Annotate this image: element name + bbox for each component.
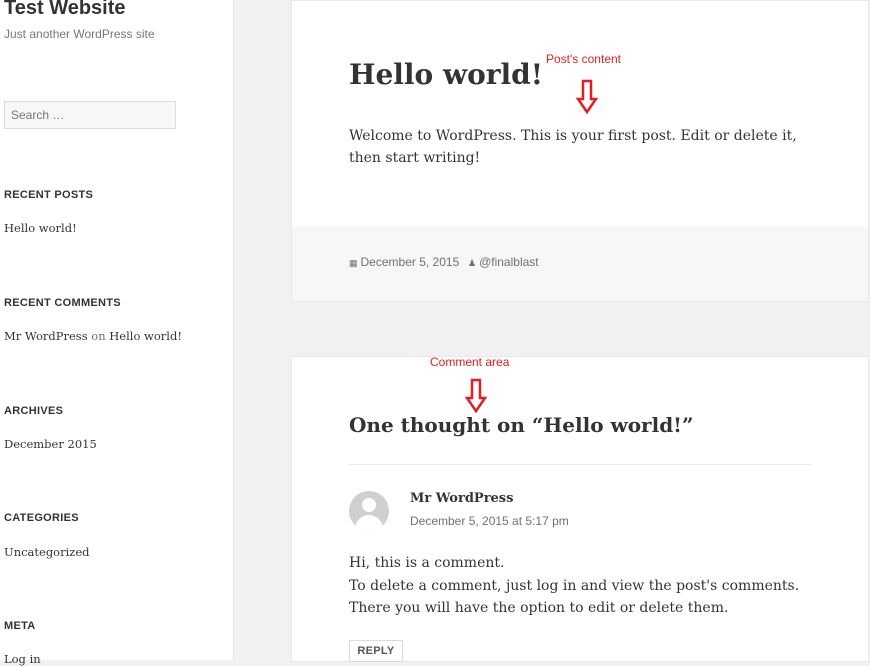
comments-title: One thought on “Hello world!” [349,413,694,437]
recent-comment-on-text: on [91,329,106,343]
comment-line-1: Hi, this is a comment. [349,555,505,571]
comment-area-annotation: Comment area [430,355,510,369]
site-title[interactable]: Test Website [4,0,126,20]
archives-heading: ARCHIVES [4,405,64,417]
comments-card: One thought on “Hello world!” Mr WordPre… [291,356,869,662]
comments-divider [349,464,811,465]
post-author[interactable]: ♟ @finalblast [468,255,539,269]
recent-comment-author-link[interactable]: Mr WordPress [4,329,88,343]
category-link[interactable]: Uncategorized [4,545,90,559]
archive-link[interactable]: December 2015 [4,437,97,451]
post-footer: ▦ December 5, 2015 ♟ @finalblast [292,226,868,301]
meta-heading: META [4,620,36,632]
comment-author[interactable]: Mr WordPress [410,491,513,506]
search-input[interactable]: Search … [4,101,176,129]
comment-date[interactable]: December 5, 2015 at 5:17 pm [410,514,569,528]
meta-login-link[interactable]: Log in [4,652,41,666]
post-content: Welcome to WordPress. This is your first… [349,128,797,166]
post-author-text: @finalblast [479,255,539,269]
comment-text: Hi, this is a comment. To delete a comme… [349,552,819,620]
avatar [349,491,389,531]
arrow-down-icon [576,79,598,115]
reply-button[interactable]: REPLY [349,640,403,662]
sidebar: Test Website Just another WordPress site… [0,0,234,666]
comment-line-2: To delete a comment, just log in and vie… [349,577,800,617]
post-date-text: December 5, 2015 [360,255,460,269]
post-card: Hello world! Welcome to WordPress. This … [291,0,869,302]
categories-heading: CATEGORIES [4,512,79,524]
recent-comment-post-link[interactable]: Hello world! [109,329,182,343]
post-content-annotation: Post's content [546,52,621,66]
calendar-icon: ▦ [349,258,358,268]
post-date[interactable]: ▦ December 5, 2015 [349,255,459,269]
recent-comments-heading: RECENT COMMENTS [4,297,121,309]
site-description: Just another WordPress site [4,27,155,41]
recent-posts-heading: RECENT POSTS [4,189,94,201]
post-title[interactable]: Hello world! [349,58,543,91]
recent-post-link[interactable]: Hello world! [4,221,77,235]
recent-comment-item: Mr WordPress on Hello world! [4,329,182,343]
user-icon: ♟ [468,258,477,268]
arrow-down-icon [465,378,487,414]
